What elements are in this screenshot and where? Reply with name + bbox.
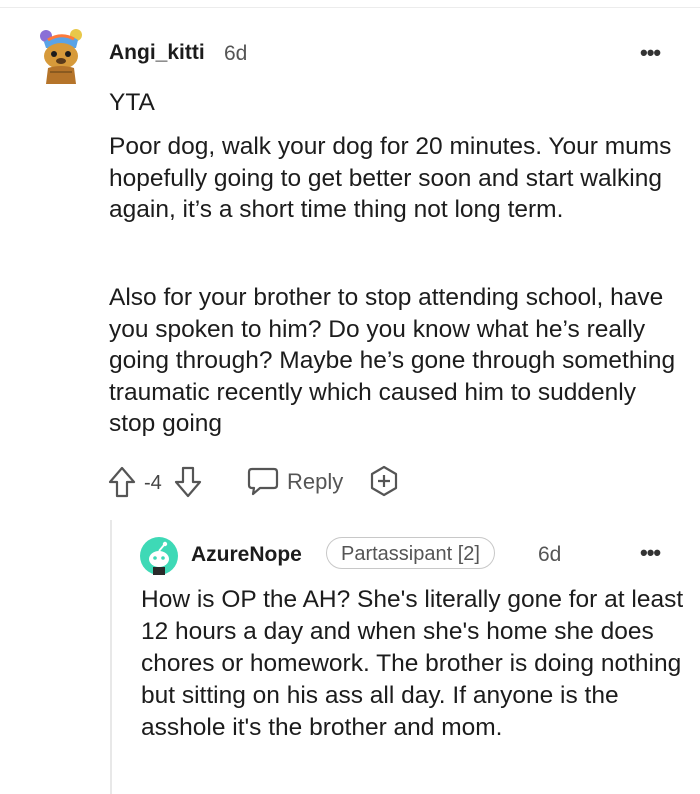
reply-button[interactable]: Reply [287, 469, 343, 495]
comment-author[interactable]: Angi_kitti [109, 41, 205, 65]
more-options-icon[interactable]: ••• [640, 540, 661, 566]
user-avatar[interactable] [36, 26, 86, 86]
vote-score: -4 [144, 472, 162, 494]
user-flair-badge: Partassipant [2] [326, 537, 495, 569]
reply-bubble-icon[interactable] [246, 465, 280, 497]
reply-author[interactable]: AzureNope [191, 543, 302, 567]
reply-text: How is OP the AH? She's literally gone f… [141, 586, 684, 741]
user-avatar[interactable] [140, 537, 178, 575]
downvote-icon[interactable] [174, 465, 202, 499]
comment-paragraph: Poor dog, walk your dog for 20 minutes. … [109, 133, 672, 223]
comment-paragraph: YTA [109, 89, 155, 116]
award-icon[interactable] [368, 465, 400, 497]
comment-paragraph: Also for your brother to stop attending … [109, 284, 676, 437]
more-options-icon[interactable]: ••• [640, 40, 661, 66]
thread-line[interactable] [110, 520, 112, 794]
upvote-icon[interactable] [108, 465, 136, 499]
reply-timestamp: 6d [538, 543, 562, 566]
comment-timestamp: 6d [224, 42, 248, 65]
top-divider [0, 7, 700, 8]
